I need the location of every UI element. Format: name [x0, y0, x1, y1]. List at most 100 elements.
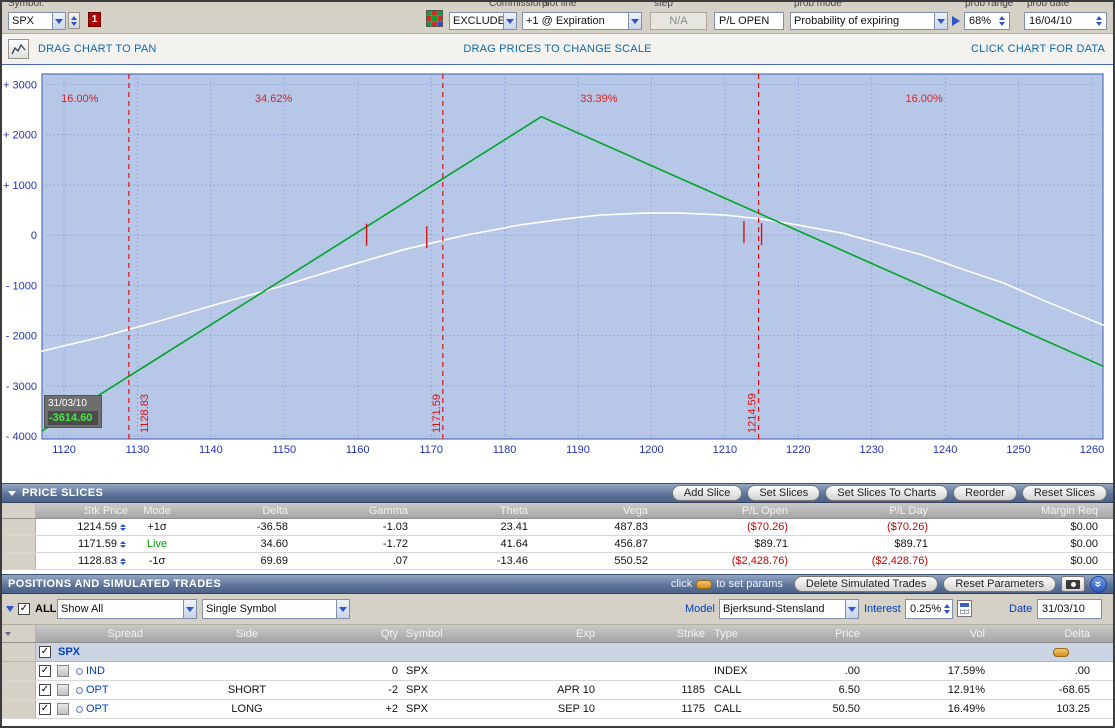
- dropdown-arrow-icon[interactable]: [845, 600, 858, 618]
- spinner-icon[interactable]: [1093, 16, 1102, 26]
- pl-mode-field[interactable]: P/L OPEN: [714, 12, 784, 30]
- calculator-icon[interactable]: [957, 600, 972, 617]
- interest-input[interactable]: 0.25%: [905, 599, 953, 619]
- show-all-select[interactable]: Show All: [57, 599, 197, 619]
- y-tick-label[interactable]: + 1000: [3, 180, 37, 192]
- spinner-icon[interactable]: [941, 604, 950, 614]
- y-tick-label[interactable]: - 2000: [6, 331, 37, 343]
- model-select[interactable]: Bjerksund-Stensland: [719, 599, 859, 619]
- y-tick-label[interactable]: + 2000: [3, 130, 37, 142]
- slices-col-theta[interactable]: Theta: [412, 505, 532, 517]
- collapse-triangle-icon[interactable]: [8, 491, 16, 496]
- x-tick-label[interactable]: 1150: [272, 444, 296, 456]
- x-tick-label[interactable]: 1200: [639, 444, 663, 456]
- plot-lines-select[interactable]: +1 @ Expiration: [522, 12, 642, 30]
- price-slice-row[interactable]: 1128.83-1σ69.69.07-13.46550.52($2,428.76…: [2, 553, 1113, 570]
- spinner-icon[interactable]: [120, 558, 126, 565]
- dropdown-arrow-icon[interactable]: [183, 600, 196, 618]
- positions-col-type[interactable]: Type: [709, 628, 792, 640]
- commissions-select[interactable]: EXCLUDE: [449, 12, 517, 30]
- symbol-scope-select[interactable]: Single Symbol: [202, 599, 350, 619]
- plot-area[interactable]: [42, 74, 1103, 439]
- positions-col-vol[interactable]: Vol: [864, 628, 989, 640]
- qty-cell[interactable]: -2: [327, 684, 402, 696]
- set-slices-button[interactable]: Set Slices: [747, 485, 820, 501]
- reset-slices-button[interactable]: Reset Slices: [1022, 485, 1107, 501]
- position-row[interactable]: IND0SPXINDEX.0017.59%.00: [2, 662, 1113, 681]
- collapse-triangle-icon[interactable]: [5, 632, 11, 636]
- expand-all-button[interactable]: »: [1090, 576, 1107, 593]
- y-tick-label[interactable]: 0: [31, 230, 37, 242]
- group-checkbox[interactable]: [39, 646, 51, 658]
- qty-cell[interactable]: +2: [327, 703, 402, 715]
- row-options-button[interactable]: [57, 684, 69, 696]
- prob-range-input[interactable]: 68%: [964, 12, 1010, 30]
- position-row[interactable]: OPTSHORT-2SPXAPR 101185CALL6.5012.91%-68…: [2, 681, 1113, 700]
- x-tick-label[interactable]: 1210: [713, 444, 737, 456]
- slices-col-stk-price[interactable]: Stk Price: [36, 505, 132, 517]
- chart-svg[interactable]: 1120113011401150116011701180119012001210…: [2, 65, 1115, 485]
- slice-stk-price[interactable]: 1214.59: [36, 521, 132, 533]
- x-tick-label[interactable]: 1250: [1006, 444, 1030, 456]
- set-slices-to-charts-button[interactable]: Set Slices To Charts: [825, 485, 948, 501]
- snapshot-button[interactable]: [1061, 576, 1085, 592]
- y-tick-label[interactable]: - 3000: [6, 381, 37, 393]
- spinner-icon[interactable]: [120, 524, 126, 531]
- symbol-spinner[interactable]: [68, 12, 80, 29]
- x-tick-label[interactable]: 1160: [346, 444, 370, 456]
- slices-col-mode[interactable]: Mode: [132, 505, 182, 517]
- slices-col-p-l-open[interactable]: P/L Open: [652, 505, 792, 517]
- y-tick-label[interactable]: + 3000: [3, 80, 37, 92]
- slices-col-vega[interactable]: Vega: [532, 505, 652, 517]
- portfolio-grid-icon[interactable]: [426, 10, 443, 27]
- all-checkbox[interactable]: [18, 603, 30, 615]
- slices-col-delta[interactable]: Delta: [182, 505, 292, 517]
- slice-stk-price[interactable]: 1128.83: [36, 555, 132, 567]
- set-params-icon[interactable]: [1053, 648, 1069, 657]
- positions-col-price[interactable]: Price: [792, 628, 864, 640]
- x-tick-label[interactable]: 1140: [199, 444, 223, 456]
- slice-stk-price[interactable]: 1171.59: [36, 538, 132, 550]
- dropdown-arrow-icon[interactable]: [336, 600, 349, 618]
- x-tick-label[interactable]: 1240: [933, 444, 957, 456]
- instrument-cell[interactable]: OPT: [72, 684, 167, 696]
- x-tick-label[interactable]: 1230: [859, 444, 883, 456]
- spinner-icon[interactable]: [996, 16, 1005, 26]
- x-tick-label[interactable]: 1130: [126, 444, 150, 456]
- x-tick-label[interactable]: 1170: [419, 444, 443, 456]
- reorder-button[interactable]: Reorder: [953, 485, 1017, 501]
- y-tick-label[interactable]: - 1000: [6, 280, 37, 292]
- symbol-select[interactable]: SPX: [8, 12, 66, 30]
- prob-date-input[interactable]: 16/04/10: [1024, 12, 1107, 30]
- positions-col-side[interactable]: Side: [167, 628, 327, 640]
- x-tick-label[interactable]: 1260: [1080, 444, 1104, 456]
- pl-chart[interactable]: 1120113011401150116011701180119012001210…: [2, 64, 1115, 484]
- instrument-cell[interactable]: OPT: [72, 703, 167, 715]
- price-slice-row[interactable]: 1171.59Live34.60-1.7241.64456.87$89.71$8…: [2, 536, 1113, 553]
- positions-col-spread[interactable]: Spread: [36, 628, 167, 640]
- set-params-icon[interactable]: [696, 580, 712, 589]
- delete-simulated-trades-button[interactable]: Delete Simulated Trades: [794, 576, 938, 592]
- symbol-group-row[interactable]: SPX: [2, 643, 1113, 662]
- row-options-button[interactable]: [57, 665, 69, 677]
- slices-col-p-l-day[interactable]: P/L Day: [792, 505, 932, 517]
- positions-col-delta[interactable]: Delta: [989, 628, 1094, 640]
- slices-col-gamma[interactable]: Gamma: [292, 505, 412, 517]
- x-tick-label[interactable]: 1180: [493, 444, 517, 456]
- play-arrow-icon[interactable]: [952, 16, 960, 26]
- x-tick-label[interactable]: 1220: [786, 444, 810, 456]
- price-slice-row[interactable]: 1214.59+1σ-36.58-1.0323.41487.83($70.26)…: [2, 519, 1113, 536]
- instrument-cell[interactable]: IND: [72, 665, 167, 677]
- position-row[interactable]: OPTLONG+2SPXSEP 101175CALL50.5016.49%103…: [2, 700, 1113, 719]
- row-checkbox[interactable]: [39, 665, 51, 677]
- positions-col-symbol[interactable]: Symbol: [402, 628, 517, 640]
- positions-col-strike[interactable]: Strike: [599, 628, 709, 640]
- dropdown-arrow-icon[interactable]: [503, 13, 516, 29]
- row-checkbox[interactable]: [39, 684, 51, 696]
- reset-parameters-button[interactable]: Reset Parameters: [943, 576, 1056, 592]
- positions-col-exp[interactable]: Exp: [517, 628, 599, 640]
- qty-cell[interactable]: 0: [327, 665, 402, 677]
- slices-col-margin-req[interactable]: Margin Req: [932, 505, 1102, 517]
- date-input[interactable]: 31/03/10: [1037, 599, 1102, 619]
- dropdown-arrow-icon[interactable]: [628, 13, 641, 29]
